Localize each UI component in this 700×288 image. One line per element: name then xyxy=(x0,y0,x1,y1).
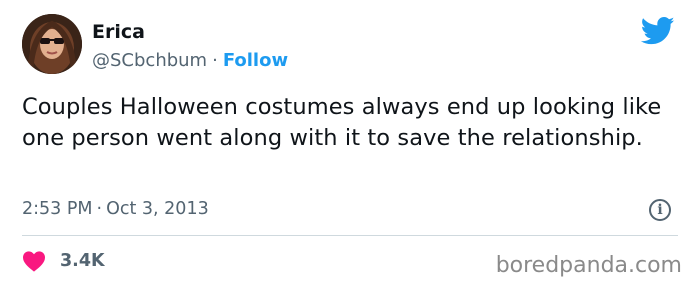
author-handle-row: @SCbchbum · Follow xyxy=(92,50,288,71)
tweet-time: 2:53 PM xyxy=(22,199,93,219)
heart-icon[interactable] xyxy=(22,250,46,272)
divider xyxy=(22,235,678,236)
like-count: 3.4K xyxy=(60,251,105,271)
tweet-card: Erica @SCbchbum · Follow Couples Halloween… xyxy=(0,0,700,288)
tweet-text: Couples Halloween costumes always end up… xyxy=(22,94,662,151)
author-name[interactable]: Erica xyxy=(92,21,145,43)
meta-separator-dot: · xyxy=(96,199,103,219)
tweet-timestamp[interactable]: 2:53 PM · Oct 3, 2013 xyxy=(22,199,209,219)
author-handle[interactable]: @SCbchbum xyxy=(92,50,207,71)
twitter-bird-icon[interactable] xyxy=(641,16,675,46)
like-action[interactable]: 3.4K xyxy=(22,249,105,273)
info-icon[interactable]: i xyxy=(649,199,671,221)
follow-button[interactable]: Follow xyxy=(223,50,288,71)
avatar[interactable] xyxy=(22,14,82,74)
watermark: boredpanda.com xyxy=(495,253,682,278)
avatar-image xyxy=(22,14,82,74)
tweet-date: Oct 3, 2013 xyxy=(106,199,209,219)
separator-dot: · xyxy=(212,50,218,71)
